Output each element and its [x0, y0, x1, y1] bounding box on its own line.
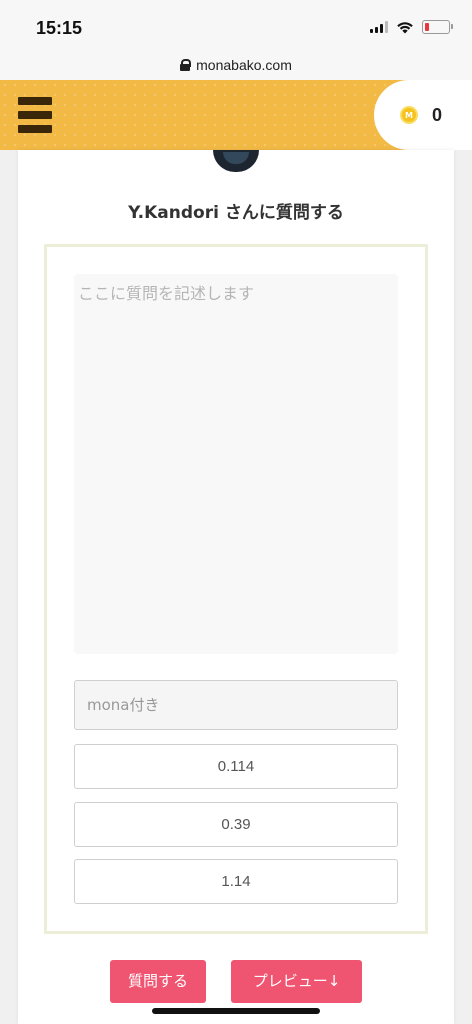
url-bar[interactable]: monabako.com: [0, 50, 472, 80]
site-header: M 0: [0, 80, 472, 150]
mona-amount-input[interactable]: [74, 680, 398, 730]
url-text: monabako.com: [196, 57, 292, 73]
hamburger-menu-icon[interactable]: [18, 97, 52, 133]
amount-option-button[interactable]: 1.14: [74, 859, 398, 904]
home-indicator[interactable]: [152, 1008, 320, 1014]
avatar: [213, 150, 259, 172]
lock-icon: [180, 59, 192, 71]
amount-option-button[interactable]: 0.114: [74, 744, 398, 789]
coin-count: 0: [432, 104, 443, 125]
status-bar: 15:15: [0, 0, 472, 50]
status-icons: [370, 20, 453, 34]
question-card: Y.Kandori さんに質問する 0.114 0.39 1.14 質問する プ…: [18, 150, 454, 1024]
submit-question-button[interactable]: 質問する: [110, 960, 206, 1003]
amount-option-button[interactable]: 0.39: [74, 802, 398, 847]
preview-button[interactable]: プレビュー↓: [231, 960, 362, 1003]
page-title: Y.Kandori さんに質問する: [128, 203, 344, 223]
question-textarea[interactable]: [74, 274, 398, 654]
status-time: 15:15: [36, 18, 83, 38]
battery-icon: [422, 20, 453, 34]
cellular-signal-icon: [370, 21, 388, 33]
coin-balance-badge[interactable]: M 0: [374, 80, 472, 150]
wifi-icon: [397, 21, 413, 33]
mona-coin-icon: M: [400, 106, 418, 124]
question-form-frame: 0.114 0.39 1.14: [44, 244, 428, 934]
